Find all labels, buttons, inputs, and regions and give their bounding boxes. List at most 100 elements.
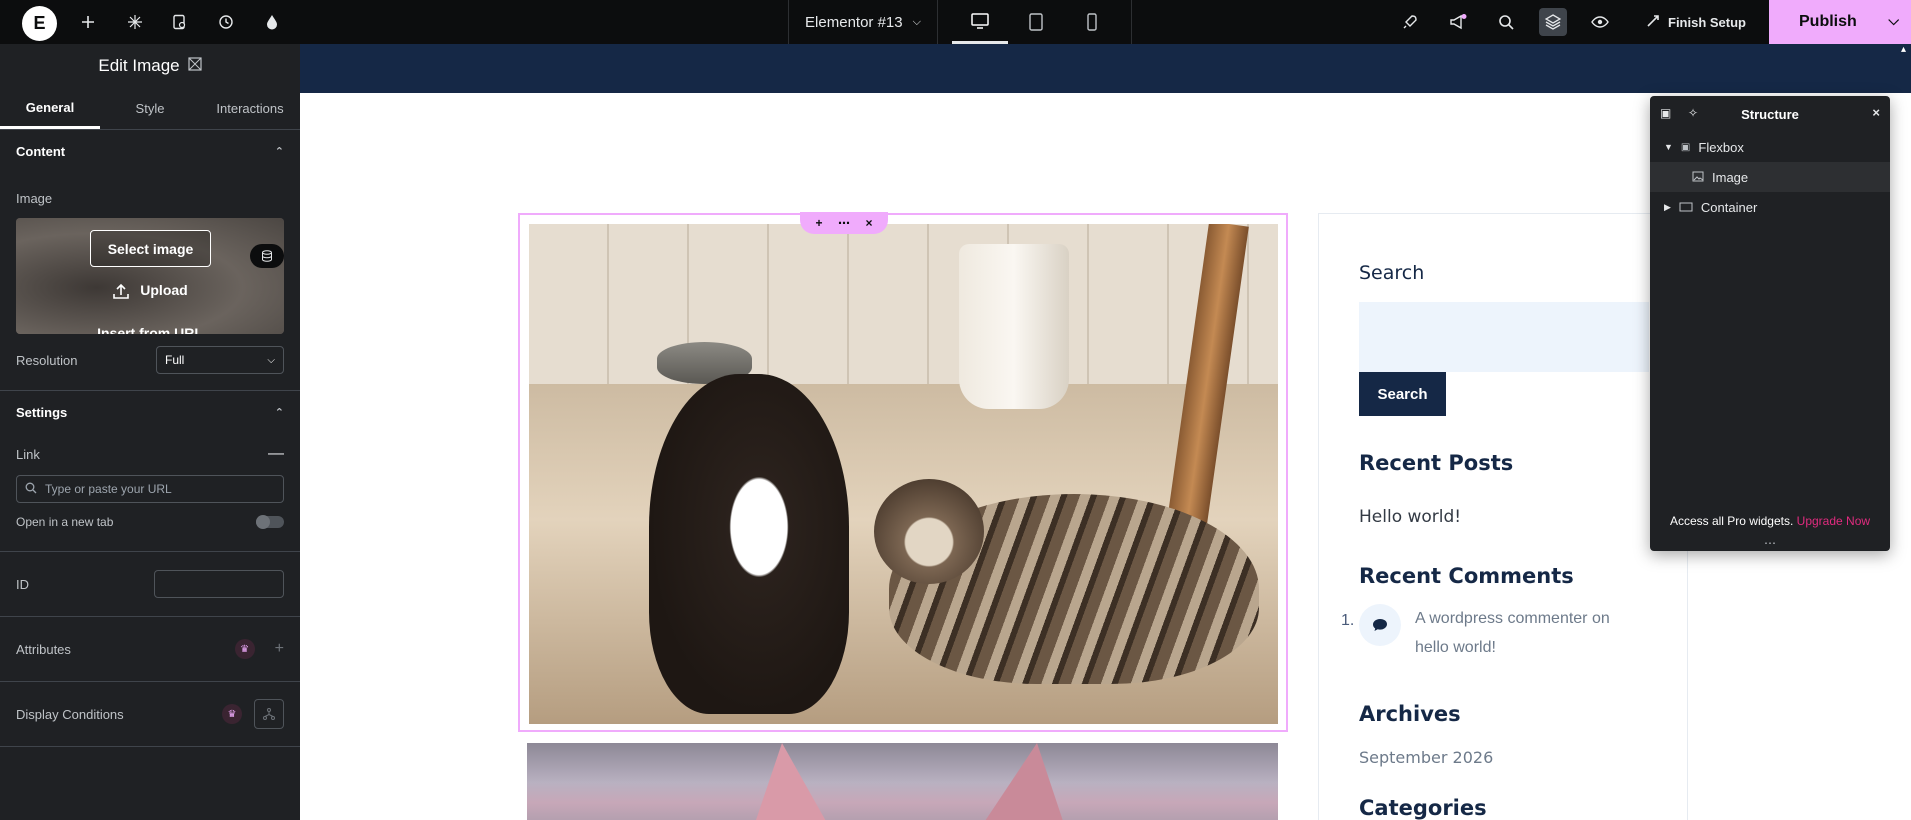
select-image-button[interactable]: Select image	[90, 230, 211, 267]
structure-item-image[interactable]: Image	[1650, 162, 1890, 192]
site-header-band	[300, 44, 1911, 93]
cats-image	[529, 224, 1278, 724]
display-conditions-label: Display Conditions	[16, 706, 124, 722]
finish-setup-button[interactable]: Finish Setup	[1646, 0, 1746, 44]
structure-item-container[interactable]: ▶ Container	[1650, 192, 1890, 222]
close-icon[interactable]: ×	[865, 216, 872, 230]
upgrade-now-link[interactable]: Upgrade Now	[1797, 514, 1870, 528]
content-section-title: Content	[16, 143, 66, 159]
chevron-up-icon: ⌃	[274, 145, 284, 158]
divider	[1131, 0, 1132, 44]
recent-posts-title: Recent Posts	[1359, 451, 1514, 475]
desktop-view-icon[interactable]	[952, 0, 1008, 44]
add-element-icon[interactable]	[74, 8, 102, 36]
close-icon[interactable]: ×	[1872, 105, 1880, 120]
edit-panel: Edit Image General Style Interactions Co…	[0, 44, 300, 820]
recent-post-link[interactable]: Hello world!	[1359, 507, 1461, 527]
dynamic-tags-database-icon[interactable]	[250, 244, 284, 268]
id-input[interactable]	[154, 570, 284, 598]
structure-layers-icon[interactable]	[1539, 8, 1567, 36]
structure-item-label: Container	[1700, 199, 1758, 215]
ai-sparkle-icon[interactable]	[121, 8, 149, 36]
scroll-up-icon[interactable]: ▴	[1901, 44, 1911, 64]
upload-button[interactable]: Upload	[16, 282, 284, 303]
top-bar: E Elementor #13 ⌵ Finish Setup Publish ⌵	[0, 0, 1911, 44]
image-picker[interactable]: Select image Upload Insert from URL	[16, 218, 284, 334]
widget-grid-icon[interactable]	[188, 56, 202, 76]
cat-ear	[755, 743, 827, 820]
content-section-header[interactable]: Content ⌃	[0, 130, 300, 172]
resize-dots-icon[interactable]: ⋯	[1650, 536, 1890, 550]
comment-number: 1.	[1341, 612, 1355, 629]
preview-eye-icon[interactable]	[1586, 8, 1614, 36]
container-icon	[1679, 200, 1693, 215]
upload-label: Upload	[140, 282, 188, 298]
tabby-cat-head	[874, 479, 984, 584]
link-label: Link	[16, 446, 40, 462]
publish-options-chevron-icon[interactable]: ⌵	[1888, 12, 1899, 29]
comment-item: A wordpress commenter on hello world!	[1359, 604, 1615, 662]
structure-item-flexbox[interactable]: ▼ ▣ Flexbox	[1650, 132, 1890, 162]
structure-item-label: Image	[1712, 169, 1749, 185]
add-plus-icon[interactable]: +	[815, 216, 822, 230]
archive-link[interactable]: September 2026	[1359, 748, 1493, 767]
launch-rocket-icon[interactable]	[1396, 8, 1424, 36]
divider	[0, 746, 300, 747]
search-widget-title: Search	[1359, 262, 1425, 284]
pro-upsell: Access all Pro widgets. Upgrade Now	[1650, 514, 1890, 528]
document-title-dropdown[interactable]: Elementor #13 ⌵	[788, 0, 938, 44]
structure-header: ▣ ✧ Structure ×	[1650, 96, 1890, 132]
tab-interactions[interactable]: Interactions	[200, 88, 300, 129]
finish-setup-icon	[1646, 14, 1660, 31]
site-settings-drop-icon[interactable]	[258, 8, 286, 36]
publish-button[interactable]: Publish ⌵	[1769, 0, 1911, 44]
sidebar-search-button[interactable]: Search	[1359, 372, 1446, 416]
page-settings-icon[interactable]	[165, 8, 193, 36]
structure-title: Structure	[1741, 106, 1799, 122]
panel-header: Edit Image	[0, 44, 300, 88]
second-cat-image[interactable]	[527, 743, 1278, 820]
widget-handle-toolbar: + ⋯ ×	[800, 212, 888, 234]
add-attribute-plus-icon[interactable]: +	[275, 640, 284, 658]
wall	[529, 224, 1278, 384]
collapse-link-minus-icon[interactable]: —	[268, 445, 284, 463]
resolution-select[interactable]: Full ⌵	[156, 346, 284, 374]
id-label: ID	[16, 576, 29, 592]
caret-down-icon[interactable]: ▼	[1664, 142, 1673, 152]
archives-title: Archives	[1359, 702, 1461, 726]
notifications-megaphone-icon[interactable]	[1444, 8, 1472, 36]
flexbox-icon: ▣	[1680, 141, 1691, 153]
pro-crown-icon: ♛	[234, 639, 255, 659]
tablet-view-icon[interactable]	[1008, 0, 1064, 44]
responsive-mode-switcher	[952, 0, 1120, 44]
pro-crown-icon: ♛	[222, 704, 242, 724]
elementor-logo-button[interactable]: E	[22, 6, 57, 41]
structure-item-label: Flexbox	[1698, 139, 1744, 155]
resolution-value: Full	[165, 353, 185, 367]
upsell-text: Access all Pro widgets.	[1669, 514, 1794, 528]
link-url-placeholder: Type or paste your URL	[45, 482, 172, 496]
tab-general[interactable]: General	[0, 88, 100, 129]
comment-text[interactable]: A wordpress commenter on hello world!	[1415, 604, 1615, 662]
caret-right-icon[interactable]: ▶	[1664, 202, 1671, 213]
settings-section-header[interactable]: Settings ⌃	[0, 391, 300, 433]
ai-sparkle-icon[interactable]: ✧	[1688, 106, 1698, 120]
sidebar-search-input[interactable]	[1359, 302, 1649, 372]
drag-handle-icon[interactable]: ⋯	[838, 216, 850, 230]
history-icon[interactable]	[212, 8, 240, 36]
search-icon[interactable]	[1492, 8, 1520, 36]
image-widget-selected[interactable]: + ⋯ ×	[518, 212, 1288, 732]
publish-label: Publish	[1799, 13, 1857, 30]
image-icon	[1692, 170, 1704, 185]
collapse-all-icon[interactable]: ▣	[1660, 106, 1671, 120]
insert-from-url-button[interactable]: Insert from URL	[16, 325, 284, 334]
vase	[959, 244, 1069, 409]
categories-title: Categories	[1359, 796, 1487, 820]
link-url-input[interactable]: Type or paste your URL	[16, 475, 284, 503]
open-new-tab-toggle[interactable]	[256, 515, 284, 529]
display-conditions-icon[interactable]	[254, 699, 284, 729]
mobile-view-icon[interactable]	[1064, 0, 1120, 44]
structure-panel: ▣ ✧ Structure × ▼ ▣ Flexbox Image ▶ Cont…	[1650, 96, 1890, 551]
chevron-up-icon: ⌃	[274, 406, 284, 419]
tab-style[interactable]: Style	[100, 88, 200, 129]
